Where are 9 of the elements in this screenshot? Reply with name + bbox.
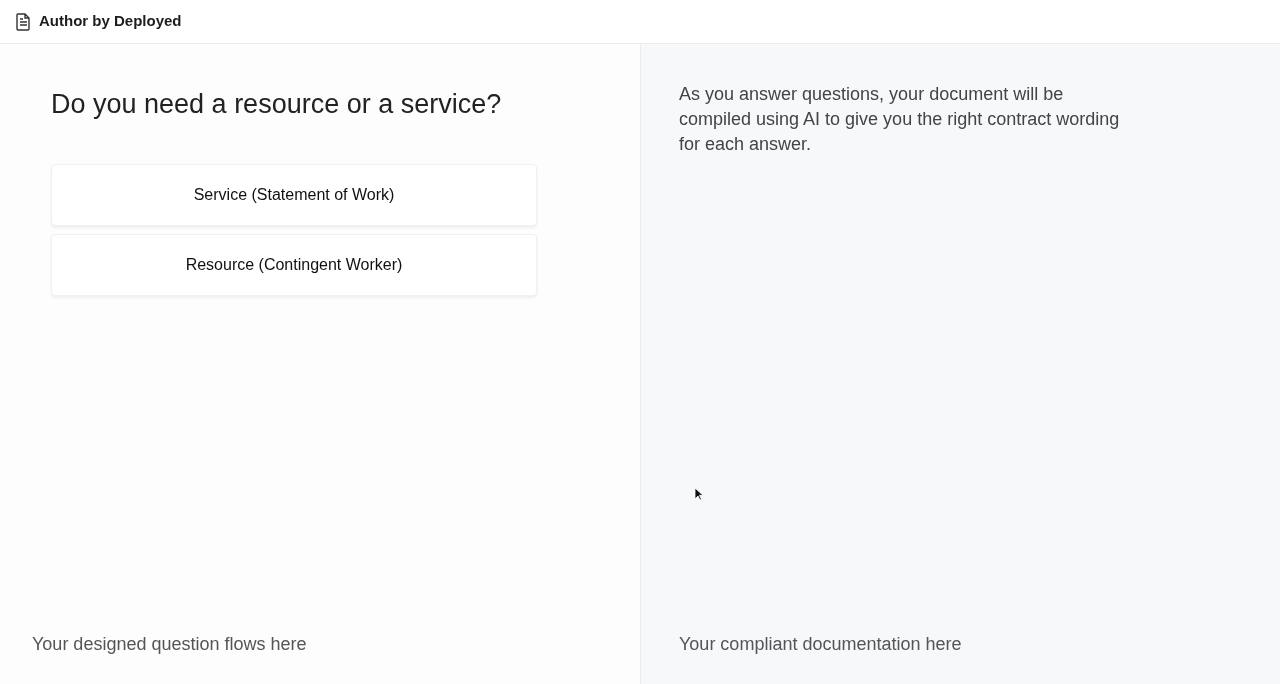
footer-text: Your compliant documentation here (679, 633, 963, 656)
intro-paragraph: As you answer questions, your document will be compiled using AI to give you the right contract wording for each answer. (679, 83, 1121, 156)
question-heading: Do you need a resource or a service? (51, 88, 503, 121)
app-title: Author by Deployed (39, 11, 182, 32)
mouse-cursor-icon (694, 487, 703, 501)
option-button[interactable]: Resource (Contingent Worker) (51, 234, 537, 297)
footer-text: Your designed question flows here (32, 633, 308, 656)
option-button[interactable]: Service (Statement of Work) (51, 164, 537, 227)
document-icon (16, 12, 31, 31)
